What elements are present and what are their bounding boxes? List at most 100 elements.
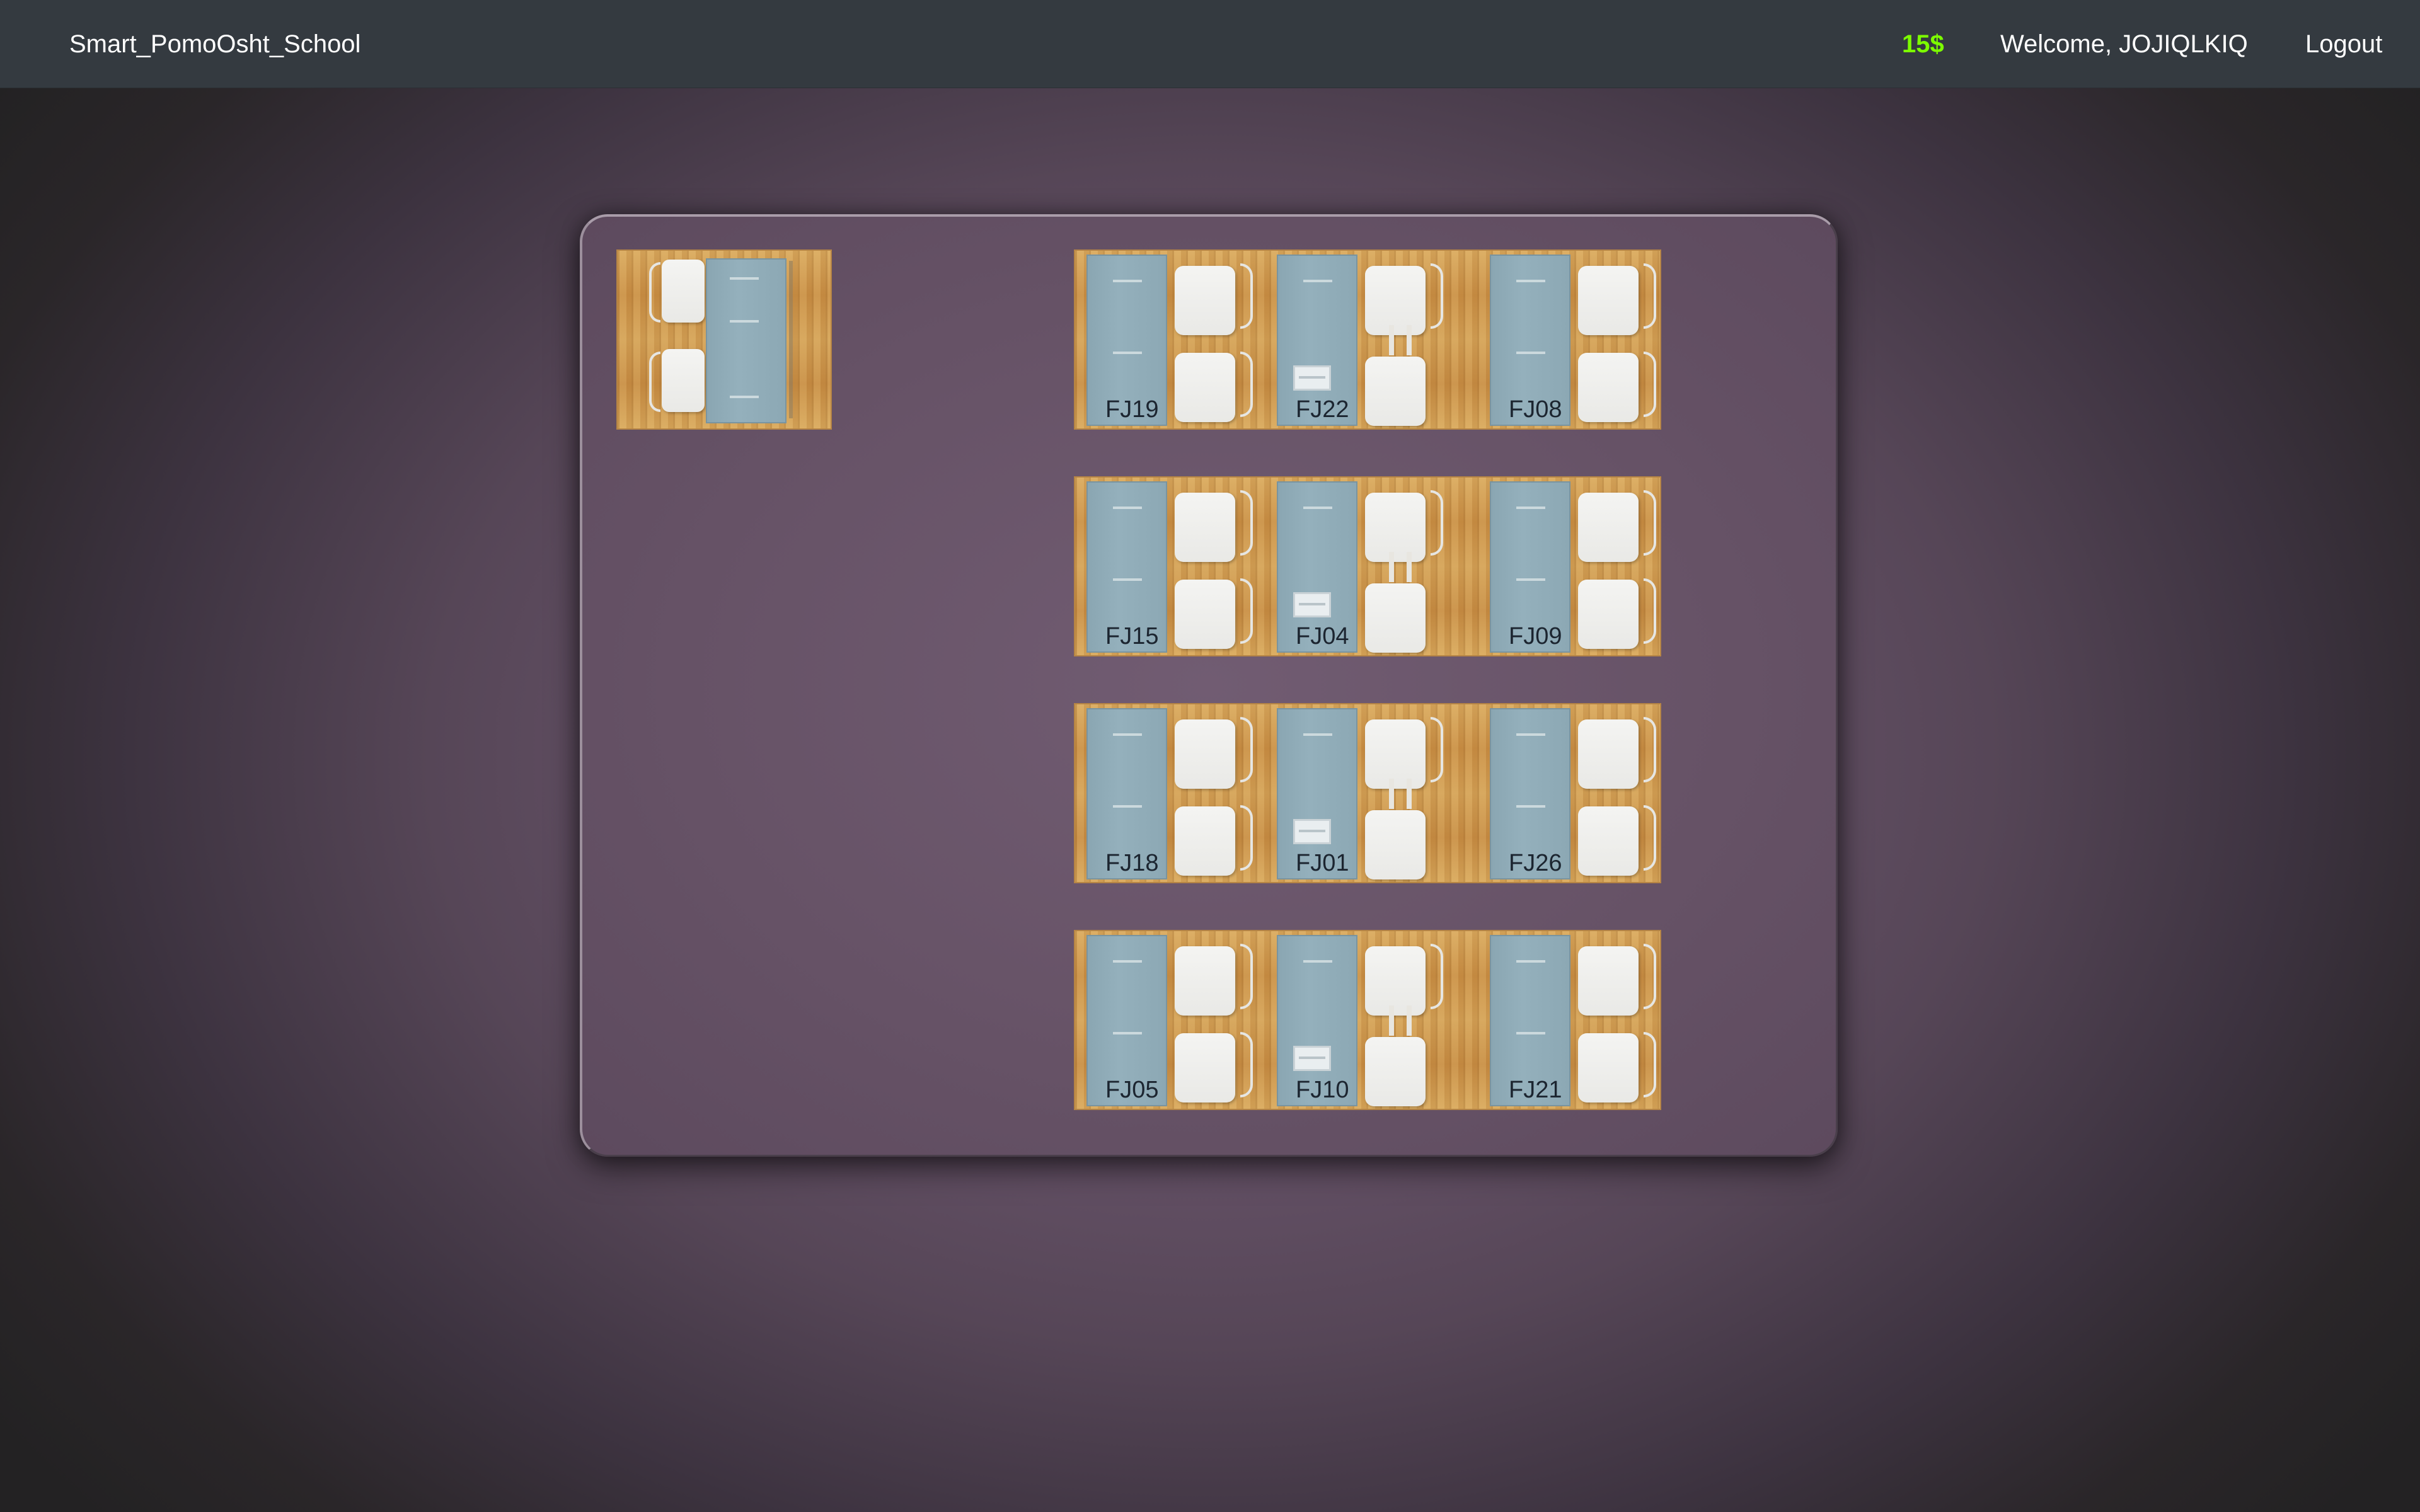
chair-icon	[1365, 719, 1426, 789]
desk-edge	[789, 261, 793, 418]
seat-label: FJ19	[1105, 396, 1159, 423]
seat-FJ10[interactable]: FJ10	[1265, 931, 1455, 1111]
chair-back-icon	[1240, 717, 1253, 782]
seat-label: FJ08	[1509, 396, 1562, 423]
seat-FJ18[interactable]: FJ18	[1075, 704, 1264, 885]
desk-row-4: FJ05 FJ10 FJ21	[1074, 930, 1661, 1110]
logout-link[interactable]: Logout	[2305, 28, 2382, 60]
seat-FJ01[interactable]: FJ01	[1265, 704, 1455, 885]
chair-icon	[1578, 1033, 1639, 1102]
teacher-desk[interactable]	[616, 249, 832, 430]
chair-leg	[1389, 552, 1394, 582]
chair-icon	[1578, 580, 1639, 649]
seat-label: FJ10	[1296, 1077, 1349, 1103]
chair-back-icon	[1644, 578, 1656, 644]
chair-back-icon	[1240, 805, 1253, 871]
seat-FJ22[interactable]: FJ22	[1265, 251, 1455, 431]
chair-icon	[1175, 1033, 1235, 1102]
paper-icon	[1113, 507, 1142, 509]
seat-label: FJ04	[1296, 623, 1349, 650]
paper-icon	[1516, 960, 1545, 963]
chair-back-icon	[1240, 490, 1253, 556]
seat-label: FJ18	[1105, 850, 1159, 876]
seat-label: FJ01	[1296, 850, 1349, 876]
paper-icon	[1113, 352, 1142, 354]
chair-leg	[1407, 1005, 1412, 1036]
chair-icon	[1175, 266, 1235, 335]
paper-icon	[1303, 280, 1332, 282]
paper-icon	[1113, 733, 1142, 736]
chair-icon	[1365, 266, 1426, 335]
chair-icon	[1175, 580, 1235, 649]
chair-back-icon	[1644, 717, 1656, 782]
paper-icon	[730, 320, 759, 323]
paper-icon	[1516, 1032, 1545, 1034]
paper-icon	[1113, 805, 1142, 808]
seat-FJ05[interactable]: FJ05	[1075, 931, 1264, 1111]
desk-top-icon	[706, 258, 786, 423]
seat-FJ04[interactable]: FJ04	[1265, 478, 1455, 658]
chair-icon	[1365, 493, 1426, 562]
chair-back-icon	[1644, 352, 1656, 417]
chair-icon	[1365, 357, 1426, 426]
seat-FJ26[interactable]: FJ26	[1478, 704, 1668, 885]
paper-icon	[1516, 733, 1545, 736]
seat-label: FJ09	[1509, 623, 1562, 650]
chair-leg	[1389, 325, 1394, 355]
paper-icon	[730, 396, 759, 398]
seat-FJ08[interactable]: FJ08	[1478, 251, 1668, 431]
chair-leg	[1389, 779, 1394, 809]
paper-icon	[1516, 578, 1545, 581]
chair-back-icon	[1431, 717, 1443, 782]
chair-back-icon	[1431, 263, 1443, 329]
paper-icon	[1516, 805, 1545, 808]
chair-icon	[662, 260, 705, 323]
tablet-icon	[1293, 819, 1331, 844]
seat-label: FJ15	[1105, 623, 1159, 650]
seat-FJ15[interactable]: FJ15	[1075, 478, 1264, 658]
tablet-icon	[1293, 1046, 1331, 1071]
chair-back-icon	[649, 352, 660, 412]
chair-back-icon	[1240, 263, 1253, 329]
chair-back-icon	[1431, 944, 1443, 1009]
chair-icon	[1175, 946, 1235, 1016]
chair-icon	[1578, 266, 1639, 335]
desk-row-2: FJ15 FJ04 FJ09	[1074, 476, 1661, 656]
paper-icon	[1303, 733, 1332, 736]
chair-icon	[1175, 806, 1235, 876]
seat-label: FJ22	[1296, 396, 1349, 423]
chair-back-icon	[1644, 263, 1656, 329]
chair-icon	[1365, 946, 1426, 1016]
brand-link[interactable]: Smart_PomoOsht_School	[69, 28, 360, 60]
chair-leg	[1407, 779, 1412, 809]
chair-back-icon	[1644, 490, 1656, 556]
chair-icon	[1578, 353, 1639, 422]
paper-icon	[1113, 1032, 1142, 1034]
chair-icon	[1175, 353, 1235, 422]
desk-row-1: FJ19 FJ22 FJ08	[1074, 249, 1661, 430]
chair-icon	[1175, 719, 1235, 789]
chair-leg	[1389, 1005, 1394, 1036]
chair-back-icon	[1240, 1032, 1253, 1097]
seat-FJ21[interactable]: FJ21	[1478, 931, 1668, 1111]
top-navbar: Smart_PomoOsht_School 15$ Welcome, JOJIQ…	[0, 0, 2420, 88]
chair-back-icon	[1240, 352, 1253, 417]
chair-icon	[1578, 493, 1639, 562]
chair-back-icon	[1431, 490, 1443, 556]
chair-icon	[1578, 806, 1639, 876]
tablet-icon	[1293, 592, 1331, 617]
chair-back-icon	[1240, 944, 1253, 1009]
chair-icon	[1365, 1037, 1426, 1106]
chair-icon	[1365, 810, 1426, 879]
seat-FJ09[interactable]: FJ09	[1478, 478, 1668, 658]
chair-icon	[1175, 493, 1235, 562]
chair-back-icon	[1644, 944, 1656, 1009]
seat-FJ19[interactable]: FJ19	[1075, 251, 1264, 431]
paper-icon	[1113, 578, 1142, 581]
paper-icon	[1516, 280, 1545, 282]
chair-back-icon	[1644, 805, 1656, 871]
paper-icon	[730, 277, 759, 280]
tablet-icon	[1293, 365, 1331, 391]
chair-back-icon	[649, 262, 660, 323]
desk-row-3: FJ18 FJ01 FJ26	[1074, 703, 1661, 883]
